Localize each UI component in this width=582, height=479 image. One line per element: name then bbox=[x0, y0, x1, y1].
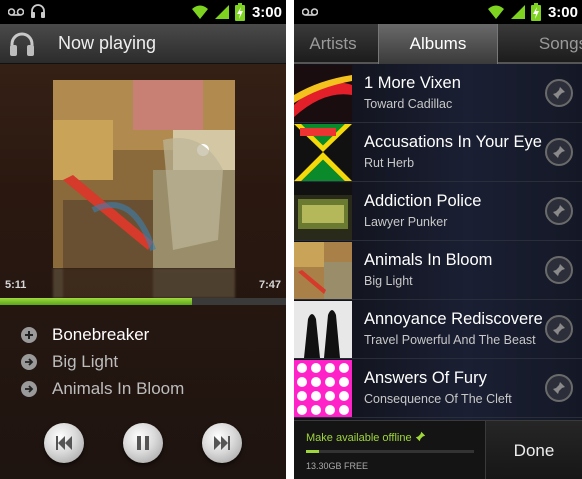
album-artist: Consequence Of The Cleft bbox=[364, 392, 512, 406]
headphones-status-icon bbox=[31, 4, 45, 18]
album-title: 1 More Vixen bbox=[364, 74, 461, 92]
pin-offline-button[interactable] bbox=[545, 315, 573, 343]
arrow-right-icon[interactable] bbox=[21, 354, 37, 370]
status-bar: 3:00 bbox=[0, 0, 286, 24]
album-title: Answers Of Fury bbox=[364, 369, 487, 387]
storage-free-label: 13.30GB FREE bbox=[306, 461, 369, 471]
previous-button[interactable] bbox=[44, 423, 84, 463]
album-artist: Travel Powerful And The Beast bbox=[364, 333, 536, 347]
wifi-icon bbox=[487, 5, 504, 19]
queue-item[interactable]: Big Light bbox=[0, 349, 286, 375]
seek-bar[interactable] bbox=[0, 298, 286, 305]
tab-artists[interactable]: Artists bbox=[294, 24, 378, 64]
offline-bar: Make available offline 13.30GB FREE Done bbox=[294, 420, 582, 479]
pin-offline-button[interactable] bbox=[545, 138, 573, 166]
pin-icon bbox=[553, 323, 565, 335]
screenshot-divider bbox=[286, 0, 294, 479]
album-row[interactable]: 1 More Vixen Toward Cadillac bbox=[294, 64, 582, 123]
album-thumbnail bbox=[294, 183, 352, 240]
voicemail-icon bbox=[302, 8, 318, 16]
voicemail-icon bbox=[8, 8, 24, 16]
album-title: Addiction Police bbox=[364, 192, 482, 210]
total-time: 7:47 bbox=[258, 279, 281, 291]
queue-item-label: Bonebreaker bbox=[52, 325, 150, 344]
make-offline-label: Make available offline bbox=[306, 431, 426, 444]
album-thumbnail bbox=[294, 301, 352, 358]
elapsed-time: 5:11 bbox=[5, 279, 27, 291]
now-playing-screen: 3:00 Now playing 5:11 7:47 Bonebreaker B… bbox=[0, 0, 286, 479]
library-tabs: Artists Albums Songs bbox=[294, 24, 582, 64]
tab-songs[interactable]: Songs bbox=[528, 24, 582, 64]
album-thumbnail bbox=[294, 360, 352, 417]
queue-item[interactable]: Animals In Bloom bbox=[0, 376, 286, 402]
music-app-icon[interactable] bbox=[8, 30, 36, 58]
battery-charging-icon bbox=[234, 3, 245, 21]
album-thumbnail bbox=[294, 124, 352, 181]
seek-bar-progress bbox=[0, 298, 192, 305]
album-art[interactable] bbox=[53, 80, 235, 268]
previous-icon bbox=[56, 436, 72, 450]
pin-icon bbox=[553, 146, 565, 158]
album-artist: Toward Cadillac bbox=[364, 97, 453, 111]
wifi-icon bbox=[191, 5, 208, 19]
album-row[interactable]: Annoyance Rediscovered Travel Powerful A… bbox=[294, 300, 582, 359]
status-time: 3:00 bbox=[251, 3, 282, 21]
album-artist: Rut Herb bbox=[364, 156, 415, 170]
pin-offline-button[interactable] bbox=[545, 256, 573, 284]
queue-item[interactable]: Bonebreaker bbox=[0, 322, 286, 348]
arrow-right-icon[interactable] bbox=[21, 381, 37, 397]
status-bar: 3:00 bbox=[294, 0, 582, 24]
pause-icon bbox=[137, 436, 149, 450]
next-icon bbox=[214, 436, 230, 450]
library-screen: 3:00 Artists Albums Songs 1 More Vixen T… bbox=[294, 0, 582, 479]
next-button[interactable] bbox=[202, 423, 242, 463]
page-title: Now playing bbox=[58, 33, 157, 53]
album-row[interactable]: Accusations In Your Eyes Rut Herb bbox=[294, 123, 582, 182]
signal-icon bbox=[510, 5, 525, 19]
album-title: Accusations In Your Eyes bbox=[364, 133, 542, 151]
album-title: Annoyance Rediscovered bbox=[364, 310, 542, 328]
album-list[interactable]: 1 More Vixen Toward Cadillac Accusations… bbox=[294, 64, 582, 420]
album-thumbnail bbox=[294, 242, 352, 299]
album-thumbnail bbox=[294, 65, 352, 122]
pin-offline-button[interactable] bbox=[545, 374, 573, 402]
pin-icon bbox=[415, 431, 425, 442]
album-row[interactable]: Addiction Police Lawyer Punker bbox=[294, 182, 582, 241]
pin-offline-button[interactable] bbox=[545, 79, 573, 107]
album-artist: Lawyer Punker bbox=[364, 215, 448, 229]
pin-icon bbox=[553, 264, 565, 276]
status-time: 3:00 bbox=[547, 3, 578, 21]
pin-icon bbox=[553, 87, 565, 99]
storage-bar bbox=[306, 450, 474, 453]
pause-button[interactable] bbox=[123, 423, 163, 463]
album-art-reflection bbox=[53, 268, 235, 298]
signal-icon bbox=[214, 5, 229, 19]
album-title: Animals In Bloom bbox=[364, 251, 493, 269]
battery-charging-icon bbox=[530, 3, 541, 21]
queue-item-label: Big Light bbox=[52, 352, 119, 371]
album-artist: Big Light bbox=[364, 274, 413, 288]
tab-albums[interactable]: Albums bbox=[378, 24, 498, 64]
album-row[interactable]: Answers Of Fury Consequence Of The Cleft bbox=[294, 359, 582, 418]
done-button[interactable]: Done bbox=[485, 421, 582, 479]
pin-icon bbox=[553, 205, 565, 217]
storage-bar-fill bbox=[306, 450, 320, 453]
now-playing-header: Now playing bbox=[0, 24, 286, 64]
queue-item-label: Animals In Bloom bbox=[52, 379, 185, 398]
add-icon[interactable] bbox=[21, 327, 37, 343]
pin-icon bbox=[553, 382, 565, 394]
album-row[interactable]: Animals In Bloom Big Light bbox=[294, 241, 582, 300]
pin-offline-button[interactable] bbox=[545, 197, 573, 225]
